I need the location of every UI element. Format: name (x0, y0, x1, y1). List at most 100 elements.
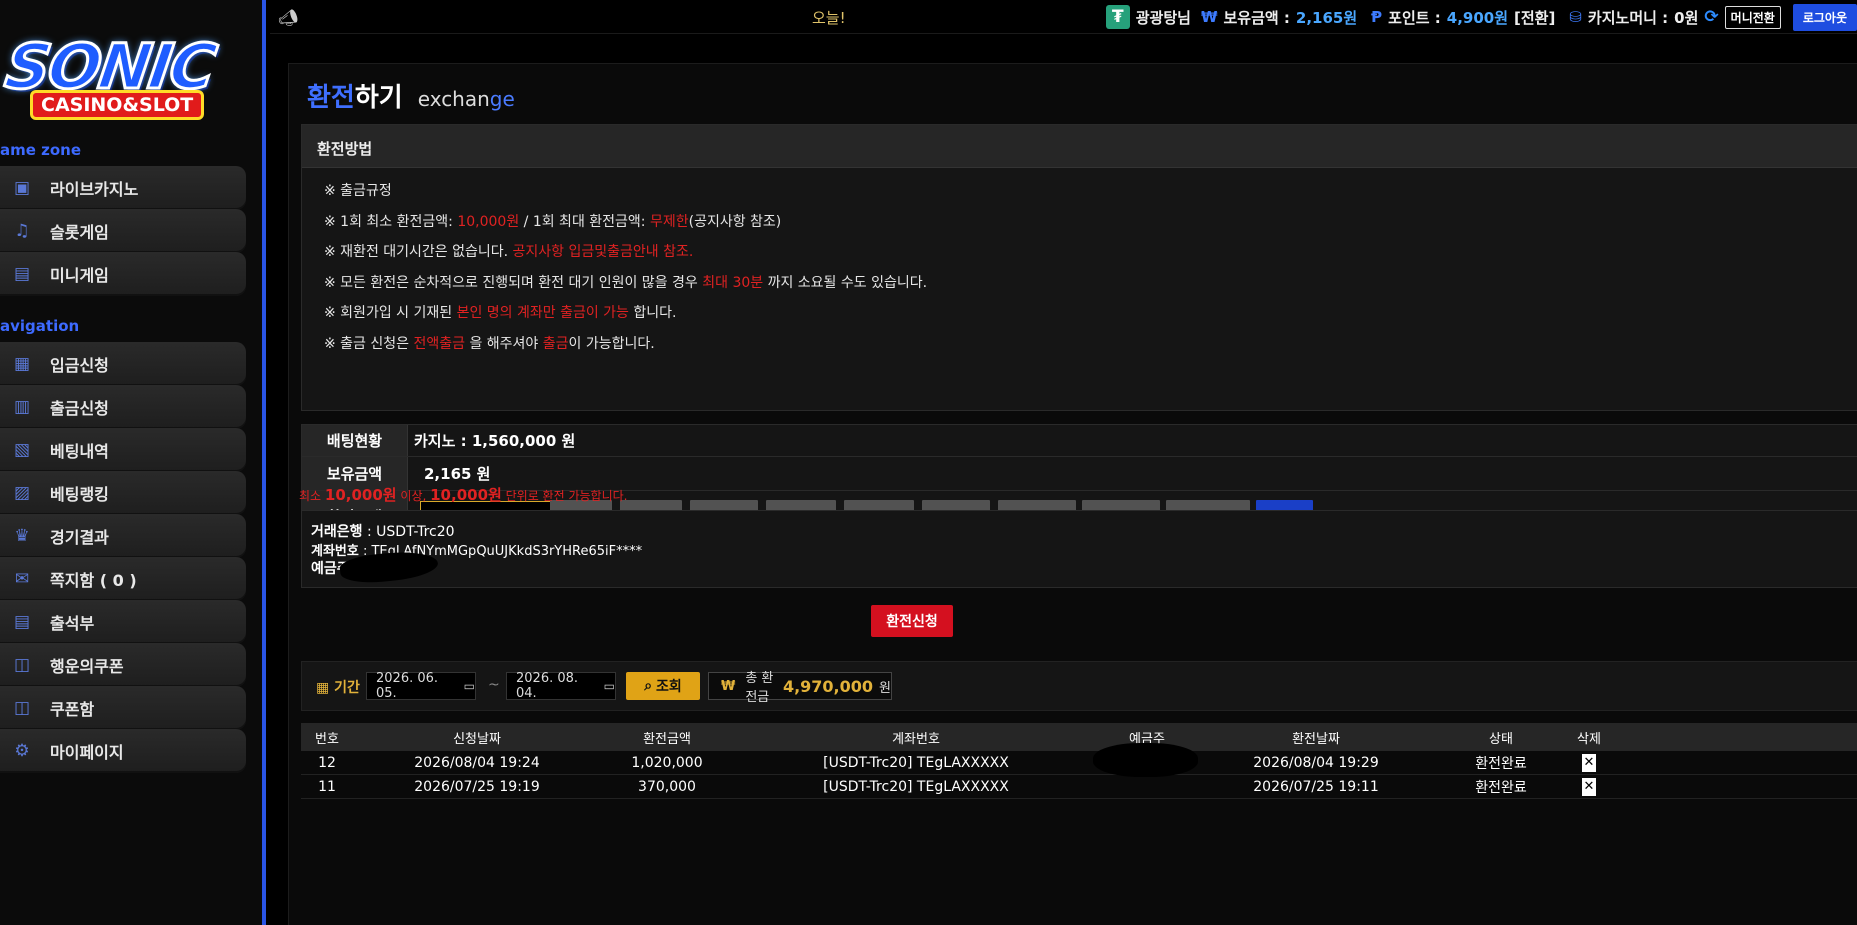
calendar-picker-icon[interactable]: ▭ (464, 679, 475, 693)
min-note-a: 최소 (299, 489, 325, 503)
betting-history-icon: ▧ (13, 440, 31, 460)
message-icon: ✉ (14, 569, 30, 589)
total-exchange-box: ₩ 총 환전금 4,970,000 원 (708, 671, 892, 705)
sidebar-item-label: 베팅랭킹 (50, 485, 109, 504)
sidebar-item-label: 마이페이지 (50, 743, 124, 762)
casino-money-label: 카지노머니 : (1587, 8, 1669, 27)
won-icon: ₩ (1200, 8, 1218, 26)
total-label: 총 환전금 (745, 671, 774, 705)
points-convert-link[interactable]: [전환] (1514, 7, 1555, 28)
sidebar-item-ranking[interactable]: ▨ 베팅랭킹 (0, 471, 246, 515)
bank-value: : USDT-Trc20 (362, 524, 455, 540)
sidebar-item-label: 출석부 (50, 614, 95, 633)
won-icon: ₩ (721, 678, 736, 694)
tether-icon: ₮ (1105, 5, 1130, 29)
date-separator: ~ (488, 677, 500, 693)
point-icon: Ᵽ (1371, 8, 1383, 26)
brand-logo[interactable]: SONIC CASINO&SLOT (0, 29, 246, 126)
attendance-icon: ▤ (13, 612, 31, 632)
exchange-rules-panel: 환전방법 ※ 출금규정 ※ 1회 최소 환전금액: 10,000원 / 1회 최대… (301, 124, 1857, 411)
sidebar-item-gear[interactable]: ⚙ 마이페이지 (0, 729, 246, 773)
notice-ticker[interactable]: 오늘! (812, 7, 846, 28)
megaphone-icon: 📣︎ (278, 8, 299, 27)
cell-no: 11 (318, 778, 336, 795)
sidebar-item-deposit[interactable]: ▦ 입금신청 (0, 342, 246, 386)
column-header: 신청날짜 (453, 731, 501, 747)
rule-segment: 10,000원 (457, 213, 520, 230)
mini-game-icon: ▤ (13, 264, 31, 284)
refresh-icon[interactable]: ⟳ (1704, 7, 1718, 27)
delete-icon[interactable]: ✕ (1582, 753, 1596, 772)
page-title-blue: 환전 (307, 83, 355, 113)
apply-exchange-button[interactable]: 환전신청 (871, 605, 953, 637)
rule-segment: 출금 (542, 335, 569, 352)
sidebar-item-wallet[interactable]: ▥ 출금신청 (0, 385, 246, 429)
rule-segment: 전액출금 (413, 335, 466, 352)
points-value: 4,900원 (1446, 8, 1509, 27)
rule-line: ※ 재환전 대기시간은 없습니다. 공지사항 입금및출금안내 참조. (324, 241, 693, 261)
sidebar-item-label: 행운의쿠폰 (50, 657, 124, 676)
cell-status: 환전완료 (1475, 755, 1527, 772)
cell-req-date: 2026/08/04 19:24 (414, 754, 540, 771)
sidebar-item-lucky-coupon[interactable]: ◫ 행운의쿠폰 (0, 643, 246, 687)
sidebar-item-label: 베팅내역 (50, 442, 109, 461)
sidebar-item-betting-history[interactable]: ▧ 베팅내역 (0, 428, 246, 472)
min-note-c: 이상, (396, 489, 431, 503)
calendar-picker-icon[interactable]: ▭ (604, 679, 615, 693)
rule-segment: ※ 출금규정 (324, 183, 392, 199)
rule-line: ※ 출금규정 (324, 180, 392, 200)
casino-chip-icon: ⛁ (1569, 8, 1582, 26)
bank-info-box: 거래은행 : USDT-Trc20 계좌번호 : TEgLAfNYmMGpQuU… (301, 510, 1857, 588)
cell-holder (1097, 775, 1197, 798)
search-icon: ⌕ (644, 678, 653, 694)
delete-icon[interactable]: ✕ (1582, 777, 1596, 796)
cell-done-date: 2026/08/04 19:29 (1253, 754, 1379, 771)
sidebar-item-attendance[interactable]: ▤ 출석부 (0, 600, 246, 644)
bank-line: 거래은행 : USDT-Trc20 (311, 521, 455, 541)
search-button[interactable]: ⌕ 조회 (626, 672, 700, 700)
cell-amount: 1,020,000 (631, 754, 703, 771)
bank-label: 거래은행 (311, 524, 363, 540)
deposit-icon: ▦ (13, 354, 31, 374)
page-subtitle-b: ge (489, 87, 515, 111)
rule-segment: / 1회 최대 환전금액: (519, 213, 650, 230)
balance-label: 보유금액 : (1223, 8, 1290, 27)
sidebar-item-coupon-box[interactable]: ◫ 쿠폰함 (0, 686, 246, 730)
rule-segment: ※ 모든 환전은 순차적으로 진행되며 환전 대기 인원이 많을 경우 (324, 274, 703, 291)
rule-segment: ※ 회원가입 시 기재된 (324, 305, 457, 321)
rule-segment: 을 해주셔야 (465, 335, 543, 352)
page-subtitle-a: exchan (417, 87, 490, 111)
sidebar-item-live-casino[interactable]: ▣ 라이브카지노 (0, 166, 246, 210)
money-switch-button[interactable]: 머니전환 (1724, 5, 1781, 29)
rule-segment: 까지 소요될 수도 있습니다. (763, 274, 928, 291)
sidebar-item-label: 쪽지함 ( 0 ) (50, 571, 137, 590)
main-content: 환전하기 exchange 환전방법 ※ 출금규정 ※ 1회 최소 환전금액: 1… (288, 63, 1857, 925)
points-label: 포인트 : (1388, 8, 1441, 27)
total-value: 4,970,000 (782, 676, 874, 696)
sidebar-item-label: 슬롯게임 (50, 223, 109, 242)
rule-segment: (공지사항 참조) (688, 213, 782, 230)
delete-cell: ✕ (1569, 751, 1609, 774)
sidebar-item-label: 경기결과 (50, 528, 109, 547)
date-from-input[interactable]: 2026. 06. 05. ▭ (366, 671, 476, 701)
sidebar-item-slot[interactable]: ♫ 슬롯게임 (0, 209, 246, 253)
trophy-icon: ♛ (14, 526, 30, 546)
rule-segment: ※ 출금 신청은 (324, 335, 414, 352)
sidebar-item-message[interactable]: ✉ 쪽지함 ( 0 ) (0, 557, 246, 601)
rules-heading: 환전방법 (302, 125, 1857, 168)
sidebar-item-mini-game[interactable]: ▤ 미니게임 (0, 252, 246, 296)
wallet-icon: ▥ (13, 397, 31, 417)
navigation-title: avigation (0, 317, 80, 335)
sidebar-item-trophy[interactable]: ♛ 경기결과 (0, 514, 246, 558)
live-casino-icon: ▣ (13, 178, 31, 198)
cell-done-date: 2026/07/25 19:11 (1253, 778, 1379, 795)
date-to-input[interactable]: 2026. 08. 04. ▭ (506, 671, 616, 701)
sidebar-item-label: 쿠폰함 (50, 700, 95, 719)
betting-row: 배팅현황 카지노 : 1,560,000 원 (302, 425, 1857, 457)
rule-segment: 본인 명의 계좌만 출금이 가능 (456, 305, 629, 321)
table-row: 12 2026/08/04 19:24 1,020,000 [USDT-Trc20] … (301, 751, 1857, 775)
sidebar-item-label: 입금신청 (50, 356, 109, 375)
rule-line: ※ 회원가입 시 기재된 본인 명의 계좌만 출금이 가능 합니다. (324, 302, 677, 322)
logout-button[interactable]: 로그아웃 (1792, 3, 1857, 31)
logo-subtext: CASINO&SLOT (30, 90, 205, 120)
